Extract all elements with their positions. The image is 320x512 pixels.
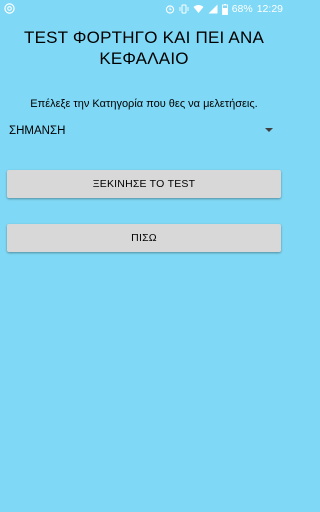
status-bar: 68% 12:29	[0, 0, 288, 18]
wifi-icon	[193, 5, 204, 13]
status-icons: 68% 12:29	[165, 0, 283, 18]
category-prompt: Επέλεξε την Κατηγορία που θες να μελετήσ…	[30, 98, 258, 110]
vibrate-icon	[179, 4, 189, 14]
alarm-icon	[165, 5, 174, 14]
battery-percent: 68%	[231, 3, 253, 15]
back-button[interactable]: ΠΙΣΩ	[7, 224, 281, 252]
clock: 12:29	[256, 3, 283, 15]
page-title: TEST ΦΟΡΤΗΓΟ ΚΑΙ ΠΕΙ ΑΝΑ ΚΕΦΑΛΑΙΟ	[0, 27, 288, 69]
category-select[interactable]: ΣΗΜΑΝΣΗ	[8, 121, 276, 141]
page-title-line-2: ΚΕΦΑΛΑΙΟ	[99, 49, 189, 68]
page-title-line-1: TEST ΦΟΡΤΗΓΟ ΚΑΙ ΠΕΙ ΑΝΑ	[24, 28, 264, 47]
battery-icon	[221, 3, 228, 15]
start-test-button[interactable]: ΞΕΚΙΝΗΣΕ ΤΟ TEST	[7, 170, 281, 198]
category-selected-value: ΣΗΜΑΝΣΗ	[9, 125, 66, 137]
signal-icon	[208, 4, 218, 14]
dropdown-arrow-icon	[265, 128, 273, 132]
app-notification-icon	[4, 3, 15, 14]
